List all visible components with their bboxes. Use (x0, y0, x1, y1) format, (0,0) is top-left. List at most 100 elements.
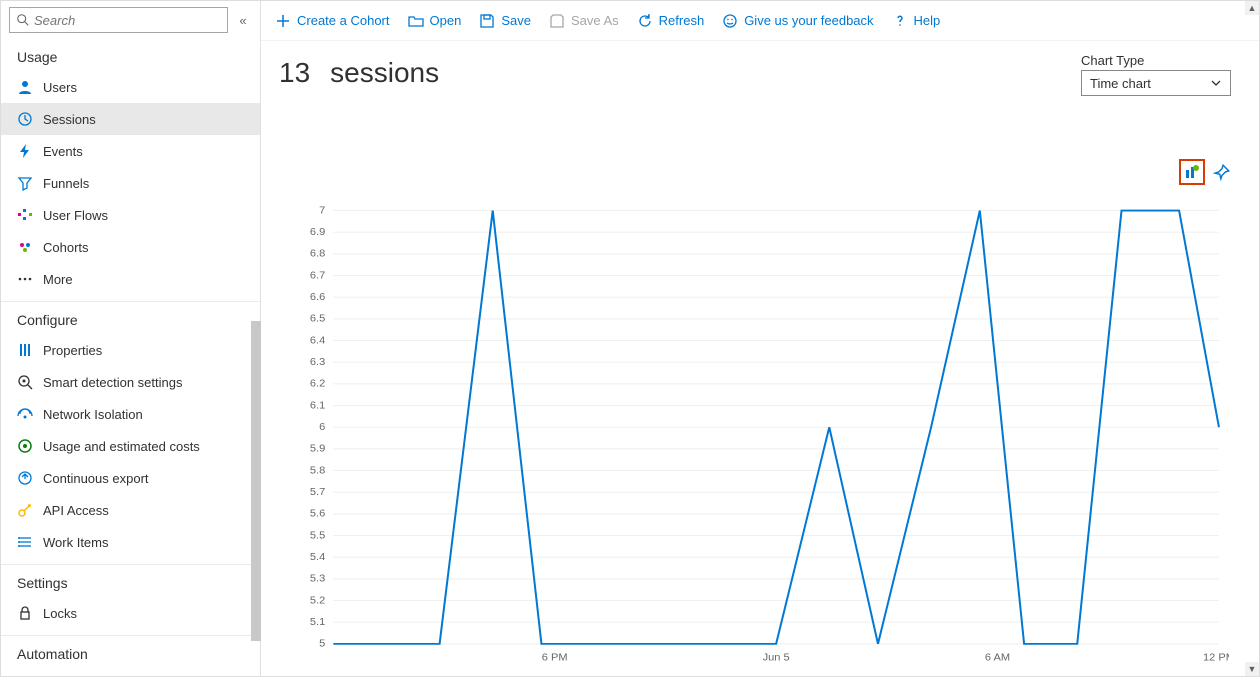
nav-item-usage-and-estimated-costs[interactable]: Usage and estimated costs (1, 430, 260, 462)
nav-item-smart-detection-settings[interactable]: Smart detection settings (1, 366, 260, 398)
lock-icon (17, 605, 33, 621)
export-icon (17, 470, 33, 486)
svg-text:Jun 5: Jun 5 (763, 652, 790, 663)
svg-text:6.9: 6.9 (310, 226, 325, 237)
svg-text:5.9: 5.9 (310, 443, 325, 454)
svg-text:5.5: 5.5 (310, 530, 325, 541)
svg-text:6 PM: 6 PM (542, 652, 568, 663)
key-icon (17, 502, 33, 518)
metric-value: 13 (279, 57, 310, 89)
nav-item-work-items[interactable]: Work Items (1, 526, 260, 558)
svg-text:5.1: 5.1 (310, 616, 325, 627)
nav-item-properties[interactable]: Properties (1, 334, 260, 366)
chart-type-label: Chart Type (1081, 53, 1231, 68)
cohorts-icon (17, 239, 33, 255)
open-label: Open (430, 13, 462, 28)
pin-icon[interactable] (1213, 163, 1231, 181)
logs-icon[interactable] (1184, 164, 1200, 180)
workitems-icon (17, 534, 33, 550)
sidebar-scrollbar-thumb[interactable] (251, 321, 261, 641)
usage-costs-icon (17, 438, 33, 454)
refresh-icon (637, 13, 653, 29)
smart-detection-icon (17, 374, 33, 390)
collapse-sidebar-button[interactable]: « (234, 13, 252, 28)
section-header: Configure (1, 302, 260, 334)
nav-item-label: Smart detection settings (43, 375, 182, 390)
nav-item-api-access[interactable]: API Access (1, 494, 260, 526)
nav-item-users[interactable]: Users (1, 71, 260, 103)
nav-item-label: Locks (43, 606, 77, 621)
save-as-button: Save As (549, 13, 619, 29)
svg-text:5.7: 5.7 (310, 486, 325, 497)
svg-text:5: 5 (319, 638, 325, 649)
save-as-label: Save As (571, 13, 619, 28)
nav-item-user-flows[interactable]: User Flows (1, 199, 260, 231)
properties-icon (17, 342, 33, 358)
svg-text:6: 6 (319, 421, 325, 432)
svg-text:6.6: 6.6 (310, 291, 325, 302)
sidebar-scrollbar[interactable] (251, 41, 261, 676)
plus-icon (275, 13, 291, 29)
scroll-down-arrow[interactable]: ▼ (1245, 662, 1259, 676)
nav-item-more[interactable]: More (1, 263, 260, 295)
network-icon (17, 406, 33, 422)
app-root: « UsageUsersSessionsEventsFunnels User Fl… (0, 0, 1260, 677)
svg-text:6.5: 6.5 (310, 313, 325, 324)
svg-text:5.8: 5.8 (310, 465, 325, 476)
nav-item-label: User Flows (43, 208, 108, 223)
nav-item-cohorts[interactable]: Cohorts (1, 231, 260, 263)
nav-item-label: Properties (43, 343, 102, 358)
nav-item-funnels[interactable]: Funnels (1, 167, 260, 199)
svg-text:6.8: 6.8 (310, 248, 325, 259)
main-scrollbar[interactable]: ▲ ▼ (1245, 1, 1259, 676)
search-icon (16, 13, 30, 27)
feedback-label: Give us your feedback (744, 13, 873, 28)
refresh-label: Refresh (659, 13, 705, 28)
svg-text:6.2: 6.2 (310, 378, 325, 389)
help-button[interactable]: Help (892, 13, 941, 29)
nav-item-continuous-export[interactable]: Continuous export (1, 462, 260, 494)
search-input[interactable] (34, 13, 221, 28)
svg-text:5.6: 5.6 (310, 508, 325, 519)
main: Create a Cohort Open Save Save As Refres… (261, 1, 1259, 676)
funnel-icon (17, 175, 33, 191)
svg-text:7: 7 (319, 205, 325, 216)
svg-text:6.7: 6.7 (310, 270, 325, 281)
svg-text:5.2: 5.2 (310, 595, 325, 606)
open-button[interactable]: Open (408, 13, 462, 29)
chart-type-select[interactable]: Time chart (1081, 70, 1231, 96)
user-icon (17, 79, 33, 95)
svg-text:6 AM: 6 AM (985, 652, 1010, 663)
svg-text:12 PM: 12 PM (1203, 652, 1229, 663)
nav-item-events[interactable]: Events (1, 135, 260, 167)
svg-text:6.3: 6.3 (310, 356, 325, 367)
content: 13 sessions Chart Type Time chart 7 6.9 6.… (261, 41, 1259, 676)
create-cohort-button[interactable]: Create a Cohort (275, 13, 390, 29)
save-as-icon (549, 13, 565, 29)
nav-item-label: Cohorts (43, 240, 89, 255)
nav-item-label: API Access (43, 503, 109, 518)
create-cohort-label: Create a Cohort (297, 13, 390, 28)
flow-icon (17, 207, 33, 223)
help-label: Help (914, 13, 941, 28)
nav-item-label: More (43, 272, 73, 287)
clock-icon (17, 111, 33, 127)
section-header: Settings (1, 565, 260, 597)
nav-item-sessions[interactable]: Sessions (1, 103, 260, 135)
metric-label: sessions (330, 57, 439, 89)
nav-item-network-isolation[interactable]: Network Isolation (1, 398, 260, 430)
search-box[interactable] (9, 7, 228, 33)
logs-button-highlight (1179, 159, 1205, 185)
smile-icon (722, 13, 738, 29)
save-button[interactable]: Save (479, 13, 531, 29)
nav-item-locks[interactable]: Locks (1, 597, 260, 629)
refresh-button[interactable]: Refresh (637, 13, 705, 29)
more-icon (17, 271, 33, 287)
section-header: Usage (1, 39, 260, 71)
svg-text:5.4: 5.4 (310, 551, 325, 562)
nav-item-label: Usage and estimated costs (43, 439, 200, 454)
feedback-button[interactable]: Give us your feedback (722, 13, 873, 29)
chevron-down-icon (1210, 77, 1222, 89)
svg-text:6.1: 6.1 (310, 400, 325, 411)
scroll-up-arrow[interactable]: ▲ (1245, 1, 1259, 15)
